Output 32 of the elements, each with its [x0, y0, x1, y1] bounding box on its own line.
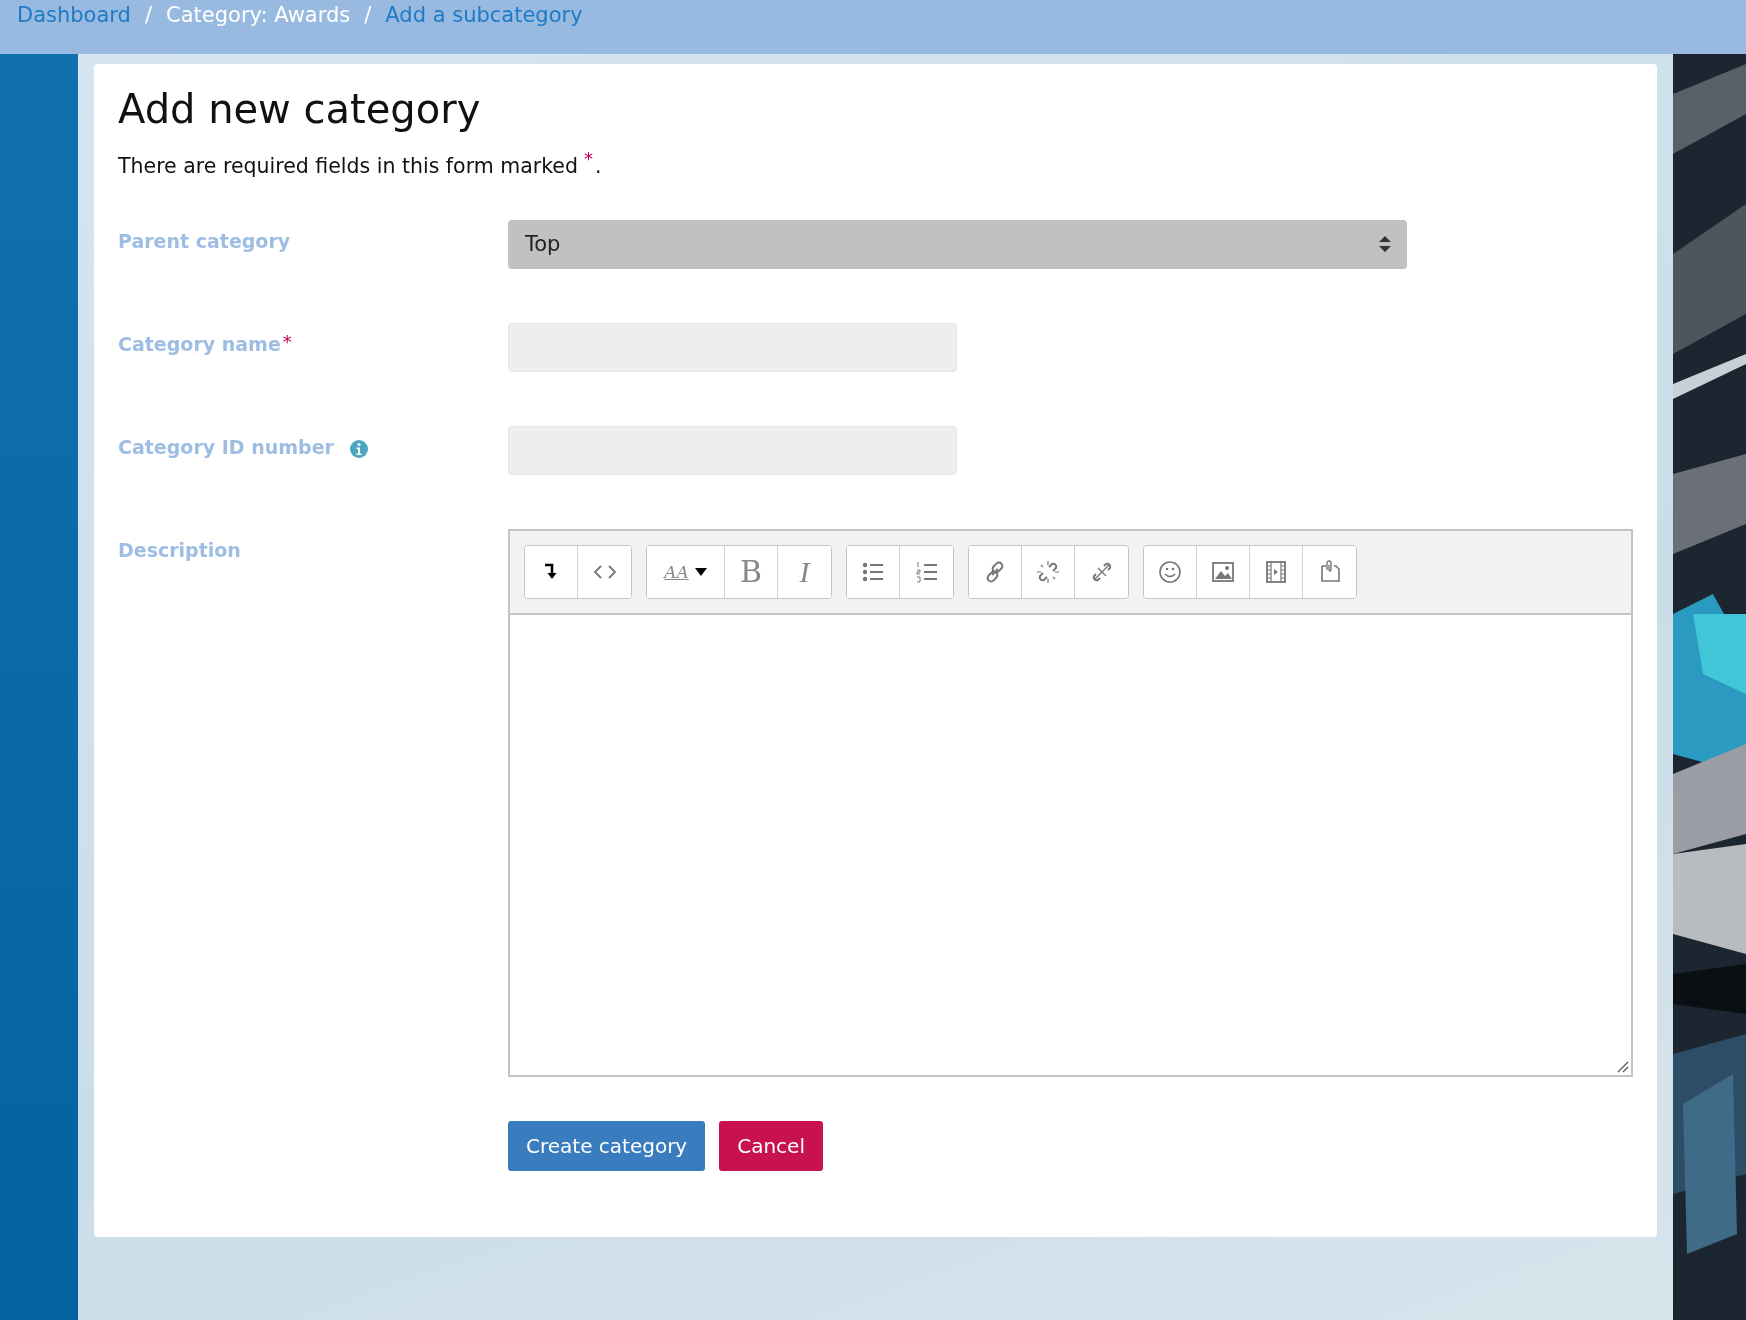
- numbered-list-icon: [914, 559, 939, 584]
- bullet-list-button[interactable]: [847, 545, 900, 598]
- cancel-button[interactable]: Cancel: [719, 1120, 823, 1171]
- breadcrumb-separator: /: [144, 3, 152, 27]
- image-icon: [1211, 559, 1235, 584]
- text-input-field[interactable]: [508, 322, 957, 372]
- breadcrumb-separator: /: [364, 3, 372, 27]
- link-button[interactable]: [969, 545, 1022, 598]
- smiley-button[interactable]: [1144, 545, 1197, 598]
- breadcrumb-link[interactable]: Add a subcategory: [385, 3, 583, 27]
- field-label: Category ID number: [118, 435, 334, 458]
- text-input-field[interactable]: [508, 425, 957, 475]
- field-label: Category name: [118, 332, 281, 355]
- field-label: Description: [118, 538, 241, 561]
- down-arrow-button[interactable]: [525, 545, 578, 598]
- required-note: There are required fields in this form marked: [118, 153, 578, 178]
- page-title: Add new category: [118, 86, 482, 132]
- font-style-button[interactable]: AA: [647, 545, 725, 598]
- note-period: .: [594, 153, 602, 178]
- field-label: Parent category: [118, 229, 291, 252]
- broken-link-icon: [1036, 559, 1060, 584]
- required-mark: *: [282, 332, 292, 351]
- submit-button[interactable]: Create category: [508, 1120, 706, 1171]
- caret-icon: [694, 567, 707, 576]
- smiley-icon: [1158, 559, 1182, 584]
- parent-category-select[interactable]: Top: [508, 219, 1407, 269]
- info-icon[interactable]: [349, 439, 368, 458]
- sort-caret-icon: [1379, 236, 1391, 253]
- required-mark: *: [583, 148, 593, 169]
- film-icon: [1264, 559, 1288, 584]
- breadcrumb-text: Category: Awards: [166, 3, 351, 27]
- breadcrumb-link[interactable]: Dashboard: [17, 3, 131, 27]
